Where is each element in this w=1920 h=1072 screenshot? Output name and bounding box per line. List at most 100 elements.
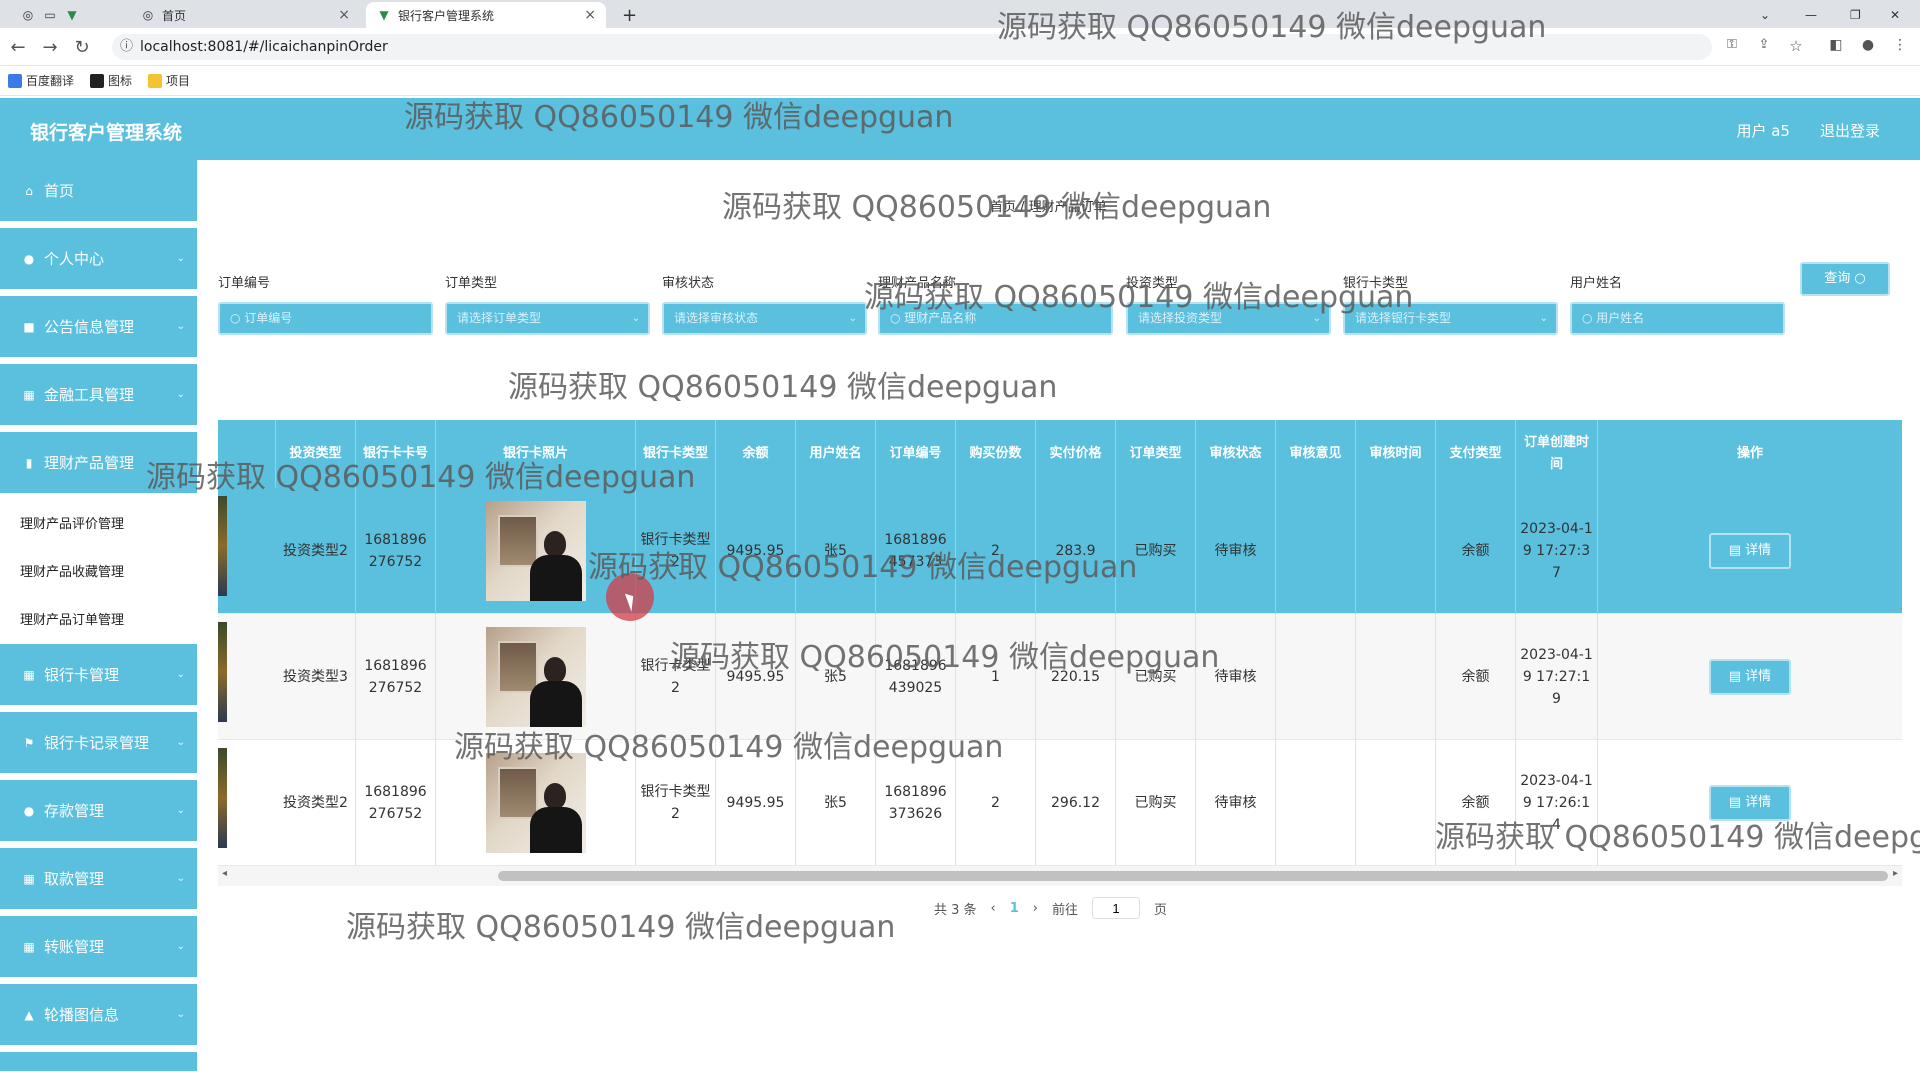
bookmark-item[interactable]: 百度翻译 — [8, 72, 74, 89]
tab-title: 银行客户管理系统 — [398, 8, 495, 23]
new-tab-button[interactable]: + — [612, 2, 647, 28]
close-icon[interactable]: × — [338, 7, 350, 23]
address-bar-row: ← → ↻ ⓘ localhost:8081/#/licaichanpinOrd… — [0, 28, 1920, 66]
bookmark-item[interactable]: 项目 — [148, 72, 190, 89]
profile-icon[interactable]: ● — [1858, 37, 1878, 53]
detail-button[interactable]: ▤ 详情 — [1709, 533, 1791, 569]
scroll-left-icon[interactable]: ◂ — [222, 868, 227, 879]
table-row[interactable]: 投资类型3 1681896276752 银行卡类型2 9495.95 张5 16… — [218, 614, 1902, 740]
cell-card-no: 1681896276752 — [356, 488, 436, 614]
filter-label-product: 理财产品名称 — [878, 276, 957, 291]
invest-type-select[interactable]: 请选择投资类型 ⌄ — [1126, 302, 1331, 335]
tab-icons[interactable]: ◎ ▭ ▼ — [10, 2, 96, 28]
window-close-icon[interactable]: ✕ — [1880, 2, 1910, 28]
sidebar-item-finance-tools[interactable]: ▦ 金融工具管理 ⌄ — [0, 364, 197, 426]
tab-home[interactable]: ◎ 首页 × — [130, 2, 360, 28]
sidebar-item-personal[interactable]: ● 个人中心 ⌄ — [0, 228, 197, 290]
sidebar-item-notice[interactable]: ■ 公告信息管理 ⌄ — [0, 296, 197, 358]
pagination: 共 3 条 ‹ 1 › 前往 页 — [934, 897, 1168, 919]
minimize-icon[interactable]: — — [1795, 2, 1827, 28]
filter-label-invest-type: 投资类型 — [1126, 276, 1179, 291]
close-icon[interactable]: × — [584, 7, 596, 23]
query-button[interactable]: 查询 ○ — [1800, 262, 1890, 296]
cell-actions: ▤ 详情 — [1598, 488, 1902, 614]
star-icon[interactable]: ☆ — [1786, 37, 1806, 55]
scroll-right-icon[interactable]: ▸ — [1893, 868, 1898, 879]
table-row[interactable]: 投资类型2 1681896276752 银行卡类型2 9495.95 张5 16… — [218, 488, 1902, 614]
card-type-select[interactable]: 请选择银行卡类型 ⌄ — [1343, 302, 1558, 335]
prev-page-icon[interactable]: ‹ — [991, 901, 996, 916]
sidebar-subitem-favorites[interactable]: 理财产品收藏管理 — [0, 546, 197, 594]
sidebar-item-withdraw[interactable]: ▦ 取款管理 ⌄ — [0, 848, 197, 910]
cell-order-no: 1681896457373 — [876, 488, 956, 614]
card-photo — [485, 501, 586, 601]
sidebar-item-more[interactable] — [0, 1052, 197, 1072]
logout-link[interactable]: 退出登录 — [1820, 120, 1880, 141]
folder-icon — [148, 73, 163, 88]
sidebar-item-home[interactable]: ⌂ 首页 — [0, 160, 197, 222]
detail-button[interactable]: ▤ 详情 — [1709, 785, 1791, 821]
menu-icon[interactable]: ⋮ — [1890, 37, 1910, 53]
cell-qty: 2 — [956, 488, 1036, 614]
column-header: 审核时间 — [1356, 420, 1436, 488]
sidebar-item-label: 银行卡记录管理 — [44, 734, 150, 752]
order-no-input[interactable]: ○ 订单编号 — [218, 302, 433, 335]
next-page-icon[interactable]: › — [1033, 901, 1038, 916]
column-header: 支付类型 — [1436, 420, 1516, 488]
filter-label-status: 审核状态 — [662, 276, 715, 291]
sidebar: ⌂ 首页 ● 个人中心 ⌄ ■ 公告信息管理 ⌄ ▦ 金融工具管理 ⌄ ▮ 理财… — [0, 160, 197, 1072]
tab-bank-system[interactable]: ▼ 银行客户管理系统 × — [366, 2, 606, 28]
horizontal-scrollbar[interactable]: ◂ ▸ — [218, 866, 1902, 886]
key-icon[interactable]: ⚿ — [1722, 37, 1742, 52]
notice-icon: ■ — [23, 319, 35, 334]
cell-qty: 1 — [956, 614, 1036, 740]
forward-icon[interactable]: → — [40, 37, 60, 58]
status-select[interactable]: 请选择审核状态 ⌄ — [662, 302, 867, 335]
detail-button[interactable]: ▤ 详情 — [1709, 659, 1791, 695]
share-icon[interactable]: ⇪ — [1754, 37, 1774, 52]
sidebar-item-bank-cards[interactable]: ▦ 银行卡管理 ⌄ — [0, 644, 197, 706]
chevron-down-icon: ⌄ — [176, 389, 185, 400]
sidepanel-icon[interactable]: ◧ — [1826, 37, 1846, 53]
watermark: 源码获取 QQ86050149 微信deepguan — [346, 910, 896, 945]
scrollbar-thumb[interactable] — [498, 871, 1888, 881]
tab-list-icon[interactable]: ⌄ — [1750, 2, 1780, 28]
sidebar-item-transfer[interactable]: ▦ 转账管理 ⌄ — [0, 916, 197, 978]
sidebar-item-deposit[interactable]: ● 存款管理 ⌄ — [0, 780, 197, 842]
search-icon: ○ — [1582, 311, 1597, 325]
sidebar-item-carousel[interactable]: ▲ 轮播图信息 ⌄ — [0, 984, 197, 1046]
bookmark-item[interactable]: 图标 — [90, 72, 132, 89]
page-input[interactable] — [1092, 897, 1141, 919]
cell-opinion — [1276, 614, 1356, 740]
column-header: 用户姓名 — [796, 420, 876, 488]
reload-icon[interactable]: ↻ — [72, 37, 92, 58]
cell-user: 张5 — [796, 614, 876, 740]
cell-audit-time — [1356, 740, 1436, 866]
user-name-input[interactable]: ○ 用户姓名 — [1570, 302, 1785, 335]
column-header: 订单类型 — [1116, 420, 1196, 488]
page-number[interactable]: 1 — [1010, 901, 1019, 916]
vue-logo-icon: ▼ — [67, 8, 77, 22]
product-name-input[interactable]: ○ 理财产品名称 — [878, 302, 1113, 335]
sidebar-item-card-records[interactable]: ⚑ 银行卡记录管理 ⌄ — [0, 712, 197, 774]
restore-icon[interactable]: ❐ — [1840, 2, 1871, 28]
cell-actions: ▤ 详情 — [1598, 614, 1902, 740]
sidebar-item-wealth-products[interactable]: ▮ 理财产品管理 — [0, 432, 197, 494]
cell-opinion — [1276, 488, 1356, 614]
back-icon[interactable]: ← — [8, 37, 28, 58]
cell-order-type: 已购买 — [1116, 614, 1196, 740]
order-type-select[interactable]: 请选择订单类型 ⌄ — [445, 302, 650, 335]
image-icon: ▲ — [24, 1007, 34, 1022]
user-icon: ● — [23, 803, 35, 818]
sidebar-subitem-review[interactable]: 理财产品评价管理 — [0, 498, 197, 546]
sidebar-subitem-orders[interactable]: 理财产品订单管理 — [0, 594, 197, 642]
table-row[interactable]: 投资类型2 1681896276752 银行卡类型2 9495.95 张5 16… — [218, 740, 1902, 866]
page-suffix: 页 — [1154, 902, 1168, 918]
translate-icon — [8, 73, 22, 88]
cell-price: 296.12 — [1036, 740, 1116, 866]
cell-card-photo — [436, 614, 636, 740]
filter-label-order-no: 订单编号 — [218, 276, 271, 291]
url-input[interactable]: ⓘ localhost:8081/#/licaichanpinOrder — [112, 34, 1712, 60]
cell-order-no: 1681896373626 — [876, 740, 956, 866]
cell-status: 待审核 — [1196, 488, 1276, 614]
